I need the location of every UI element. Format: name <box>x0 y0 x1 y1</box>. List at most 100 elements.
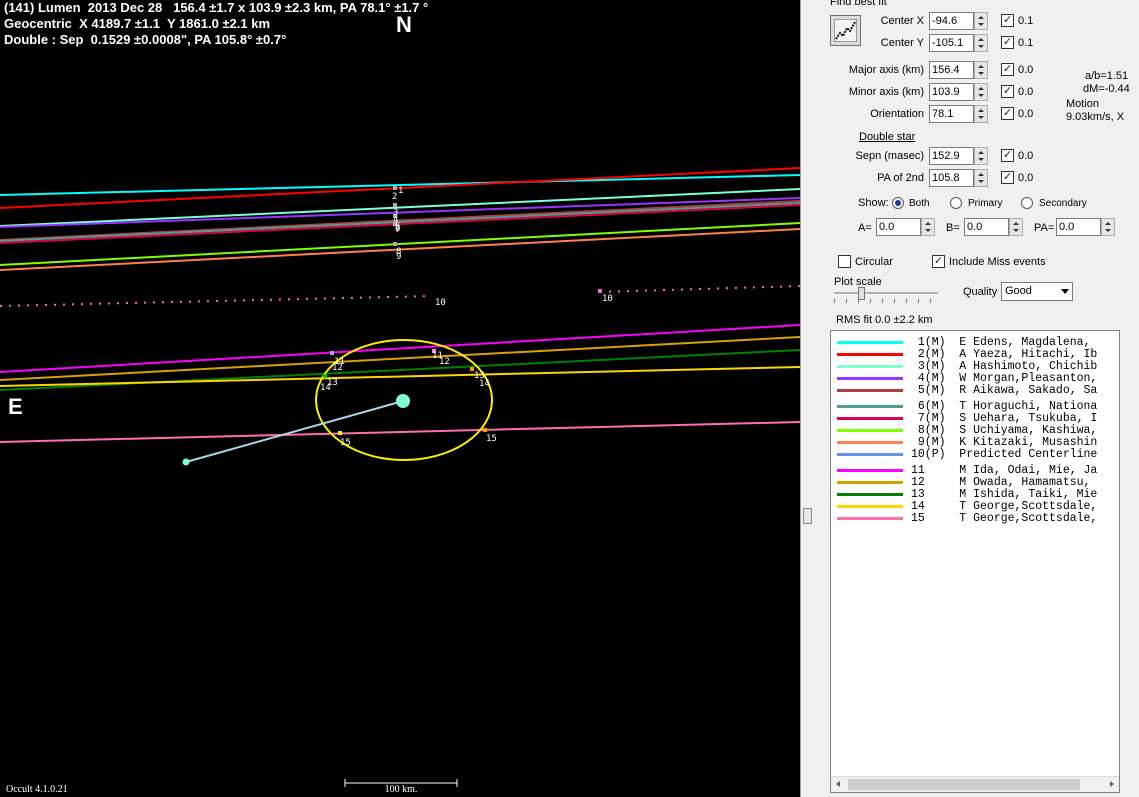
plot-canvas: 1 2 3 4 5 6 7 8 9 10 10 11 12 13 14 15 1… <box>0 167 800 787</box>
splitter[interactable] <box>800 0 815 797</box>
scroll-right-icon[interactable] <box>1104 777 1119 792</box>
major-axis-label: Major axis (km) <box>848 64 924 76</box>
chord-12 <box>0 336 800 381</box>
motion-value: 9.03km/s, X <box>1066 111 1125 123</box>
legend-swatch <box>837 377 903 380</box>
pa-2nd-checkbox[interactable]: ✓ <box>1001 171 1014 184</box>
minor-axis-checkbox[interactable]: ✓ <box>1001 85 1014 98</box>
center-x-spinner[interactable] <box>974 12 988 30</box>
center-y-checkbox[interactable]: ✓ <box>1001 36 1014 49</box>
center-y-spinner[interactable] <box>974 34 988 52</box>
sepn-checkbox[interactable]: ✓ <box>1001 149 1014 162</box>
major-axis-checkbox[interactable]: ✓ <box>1001 63 1014 76</box>
east-label: E <box>8 394 23 419</box>
pa-spinner[interactable] <box>1101 218 1115 236</box>
chord-10-right <box>599 285 800 293</box>
sepn-step: 0.0 <box>1018 150 1034 162</box>
plot-scale-slider[interactable] <box>834 287 938 304</box>
pa-2nd-spinner[interactable] <box>974 169 988 187</box>
slider-ticks <box>834 299 938 303</box>
center-y-input[interactable]: -105.1 <box>929 34 974 52</box>
sepn-label: Sepn (masec) <box>855 150 924 162</box>
occultation-plot[interactable]: 1 2 3 4 5 6 7 8 9 10 10 11 12 13 14 15 1… <box>0 0 800 797</box>
pa-input[interactable]: 0.0 <box>1056 218 1101 236</box>
legend-row[interactable]: 15 T George,Scottsdale, <box>831 512 1119 525</box>
minor-axis-spinner[interactable] <box>974 83 988 101</box>
rms-fit-label: RMS fit 0.0 ±2.2 km <box>836 314 933 326</box>
b-label: B= <box>946 222 960 234</box>
center-x-input[interactable]: -94.6 <box>929 12 974 30</box>
chord-label: 12 <box>332 363 343 373</box>
legend-swatch <box>837 389 903 392</box>
chord-label: 10 <box>602 294 613 304</box>
scroll-left-icon[interactable] <box>831 777 846 792</box>
axis-ratio: a/b=1.51 <box>1085 70 1129 82</box>
legend-text: 10(P) Predicted Centerline <box>911 448 1098 461</box>
minor-axis-step: 0.0 <box>1018 86 1034 98</box>
legend-swatch <box>837 441 903 444</box>
legend-row[interactable]: 5(M) R Aikawa, Sakado, Sa <box>831 384 1119 397</box>
orientation-input[interactable]: 78.1 <box>929 105 974 123</box>
delta-mag: dM=-0.44 <box>1083 83 1130 95</box>
include-miss-checkbox[interactable]: ✓ <box>932 255 945 268</box>
scroll-thumb[interactable] <box>848 779 1080 790</box>
a-input[interactable]: 0.0 <box>876 218 921 236</box>
pa-2nd-input[interactable]: 105.8 <box>929 169 974 187</box>
sepn-input[interactable]: 152.9 <box>929 147 974 165</box>
orientation-spinner[interactable] <box>974 105 988 123</box>
legend-swatch <box>837 405 903 408</box>
legend-swatch <box>837 481 903 484</box>
b-input[interactable]: 0.0 <box>964 218 1009 236</box>
header-geocentric: Geocentric X 4189.7 ±1.1 Y 1861.0 ±2.1 k… <box>4 16 271 31</box>
chevron-down-icon <box>1061 289 1069 294</box>
version-label: Occult 4.1.0.21 <box>6 784 68 795</box>
show-primary-radio[interactable] <box>950 197 962 209</box>
chord-label: 15 <box>486 434 497 444</box>
legend-swatch <box>837 493 903 496</box>
event-marker <box>598 289 602 293</box>
chord-label: 10 <box>435 298 446 308</box>
chord-10-left <box>0 295 433 307</box>
secondary-star <box>182 458 190 466</box>
orientation-checkbox[interactable]: ✓ <box>1001 107 1014 120</box>
circular-checkbox[interactable] <box>838 255 851 268</box>
major-axis-input[interactable]: 156.4 <box>929 61 974 79</box>
include-miss-label: Include Miss events <box>949 256 1046 268</box>
event-marker <box>393 186 397 190</box>
legend-swatch <box>837 505 903 508</box>
center-x-step: 0.1 <box>1018 15 1034 27</box>
legend-scrollbar[interactable] <box>831 776 1119 792</box>
sepn-spinner[interactable] <box>974 147 988 165</box>
header-double: Double : Sep 0.1529 ±0.0008", PA 105.8° … <box>4 32 287 47</box>
show-secondary-radio[interactable] <box>1021 197 1033 209</box>
splitter-grip[interactable] <box>803 508 812 524</box>
legend-text: 5(M) R Aikawa, Sakado, Sa <box>911 384 1098 397</box>
find-best-fit-label: Find best fit <box>830 0 887 8</box>
legend-swatch <box>837 429 903 432</box>
chord-15 <box>0 421 800 443</box>
legend-text: 15 T George,Scottsdale, <box>911 512 1098 525</box>
minor-axis-input[interactable]: 103.9 <box>929 83 974 101</box>
quality-select[interactable]: Good <box>1001 282 1073 301</box>
center-x-checkbox[interactable]: ✓ <box>1001 14 1014 27</box>
slider-thumb[interactable] <box>858 287 865 300</box>
center-y-step: 0.1 <box>1018 37 1034 49</box>
legend-row[interactable]: 10(P) Predicted Centerline <box>831 448 1119 461</box>
event-marker <box>483 428 487 432</box>
scale-bar-label: 100 km. <box>384 784 418 795</box>
show-label: Show: <box>858 197 889 209</box>
legend-swatch <box>837 417 903 420</box>
legend-swatch <box>837 365 903 368</box>
legend-swatch <box>837 469 903 472</box>
major-axis-spinner[interactable] <box>974 61 988 79</box>
show-both-radio[interactable] <box>892 197 904 209</box>
a-spinner[interactable] <box>921 218 935 236</box>
b-spinner[interactable] <box>1009 218 1023 236</box>
observer-legend[interactable]: 1(M) E Edens, Magdalena, 2(M) A Yaeza, H… <box>830 330 1120 793</box>
legend-swatch <box>837 453 903 456</box>
circular-label: Circular <box>855 256 893 268</box>
chord-label: 14 <box>320 383 331 393</box>
motion-label: Motion <box>1066 98 1100 110</box>
center-y-label: Center Y <box>880 37 924 49</box>
primary-star <box>396 394 410 408</box>
